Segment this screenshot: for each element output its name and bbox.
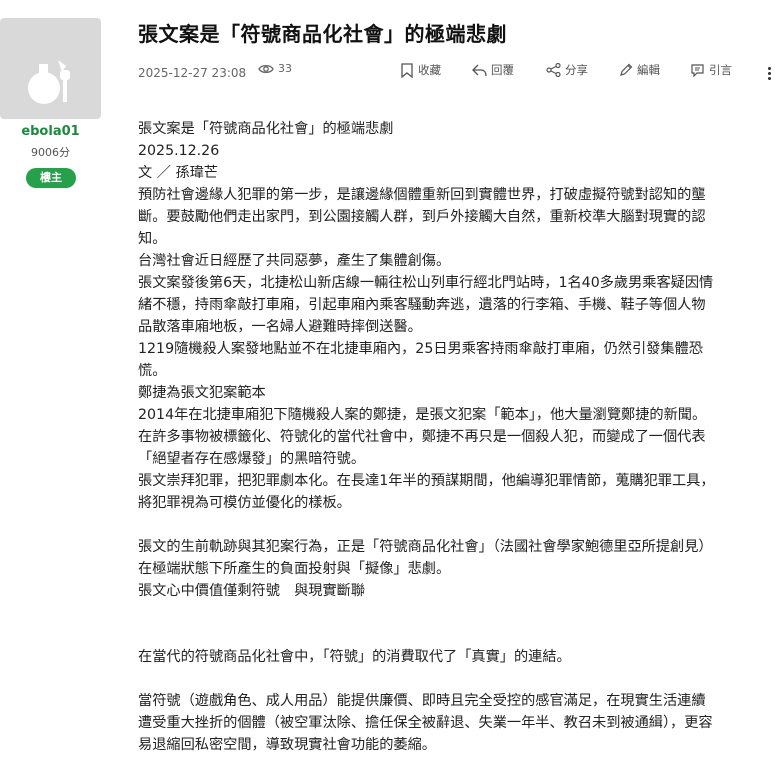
- article-line: 當符號（遊戲角色、成人用品）能提供廉價、即時且完全受控的感官滿足，在現實生活連續: [138, 693, 706, 709]
- view-count-value: 33: [278, 62, 292, 75]
- article-line: [138, 624, 778, 646]
- article-line: 易退縮回私密空間，導致現實社會功能的萎縮。: [138, 737, 436, 753]
- bookmark-icon: [401, 62, 413, 78]
- article-line: 張文的生前軌跡與其犯案行為，正是「符號商品化社會」（法國社會學家鮑德里亞所提創見…: [138, 539, 713, 555]
- pencil-icon: [620, 63, 633, 76]
- article-line: 台灣社會近日經歷了共同惡夢，產生了集體創傷。: [138, 253, 451, 269]
- username[interactable]: ebola01: [0, 124, 101, 139]
- article-line: 文 ／ 孫瑋芒: [138, 165, 218, 181]
- article-line: 知。: [138, 231, 167, 247]
- eye-icon: [258, 64, 274, 73]
- post-meta-bar: 2025-12-27 23:08 33 收藏 回覆 分享 編輯 引言: [138, 62, 780, 84]
- user-score: 9006分: [31, 146, 70, 159]
- reply-label: 回覆: [491, 63, 514, 77]
- article-line: [138, 602, 778, 624]
- avatar[interactable]: [0, 18, 101, 119]
- quote-icon: [691, 64, 704, 77]
- view-count: 33: [258, 62, 292, 75]
- post-date: 2025-12-27 23:08: [138, 66, 247, 80]
- article-line: 在許多事物被標籤化、符號化的當代社會中，鄭捷不再只是一個殺人犯，而變成了一個代表: [138, 429, 706, 445]
- article-line: 張文崇拜犯罪，把犯罪劇本化。在長達1年半的預謀期間，他編導犯罪情節，蒐購犯罪工具…: [138, 473, 715, 489]
- quote-button[interactable]: 引言: [690, 62, 732, 78]
- share-icon: [546, 63, 561, 77]
- more-vertical-icon[interactable]: [762, 65, 776, 81]
- post-body: 張文案是「符號商品化社會」的極端悲劇 2025.12.26 文 ／ 孫瑋芒 預防…: [138, 118, 778, 756]
- avatar-placeholder-icon: [28, 60, 70, 104]
- article-line: 在極端狀態下所產生的負面投射與「擬像」悲劇。: [138, 561, 451, 577]
- article-line: 張文案發後第6天，北捷松山新店線一輛往松山列車行經北門站時，1名40多歲男乘客疑…: [138, 275, 714, 291]
- article-line: [138, 668, 778, 690]
- share-label: 分享: [565, 63, 588, 77]
- op-badge: 樓主: [26, 168, 76, 188]
- quote-label: 引言: [709, 63, 732, 77]
- article-line: 鄭捷為張文犯案範本: [138, 385, 266, 401]
- reply-icon: [472, 64, 487, 76]
- edit-label: 編輯: [637, 63, 660, 77]
- favorite-label: 收藏: [418, 63, 441, 77]
- article-line: 斷。要鼓勵他們走出家門，到公園接觸人群，到戶外接觸大自然，重新校準大腦對現實的認: [138, 209, 706, 225]
- article-line: 在當代的符號商品化社會中，「符號」的消費取代了「真實」的連結。: [138, 649, 571, 665]
- article-line: 張文案是「符號商品化社會」的極端悲劇: [138, 121, 394, 137]
- favorite-button[interactable]: 收藏: [400, 62, 441, 78]
- article-line: 遭受重大挫折的個體（被空軍汰除、擔任保全被辭退、失業一年半、教召未到被通緝），更…: [138, 715, 713, 731]
- article-line: 緒不穩，持雨傘敲打車廂，引起車廂內乘客騷動奔逃，遺落的行李箱、手機、鞋子等個人物: [138, 297, 706, 313]
- post-title: 張文案是「符號商品化社會」的極端悲劇: [138, 22, 507, 46]
- reply-button[interactable]: 回覆: [472, 62, 514, 78]
- article-line: 預防社會邊緣人犯罪的第一步，是讓邊緣個體重新回到實體世界，打破虛擬符號對認知的壟: [138, 187, 706, 203]
- article-line: 將犯罪視為可模仿並優化的樣板。: [138, 495, 351, 511]
- share-button[interactable]: 分享: [546, 62, 588, 78]
- edit-button[interactable]: 編輯: [619, 62, 660, 78]
- article-line: 2014年在北捷車廂犯下隨機殺人案的鄭捷，是張文犯案「範本」，他大量瀏覽鄭捷的新…: [138, 407, 707, 423]
- article-line: 張文心中價值僅剩符號 與現實斷聯: [138, 583, 366, 599]
- article-line: 品散落車廂地板，一名婦人避難時摔倒送醫。: [138, 319, 422, 335]
- article-line: 1219隨機殺人案發地點並不在北捷車廂內，25日男乘客持雨傘敲打車廂，仍然引發集…: [138, 341, 703, 357]
- article-line: 慌。: [138, 363, 167, 379]
- article-line: 2025.12.26: [138, 143, 220, 159]
- article-line: [138, 514, 778, 536]
- article-line: 「絕望者存在感爆發」的黑暗符號。: [138, 451, 366, 467]
